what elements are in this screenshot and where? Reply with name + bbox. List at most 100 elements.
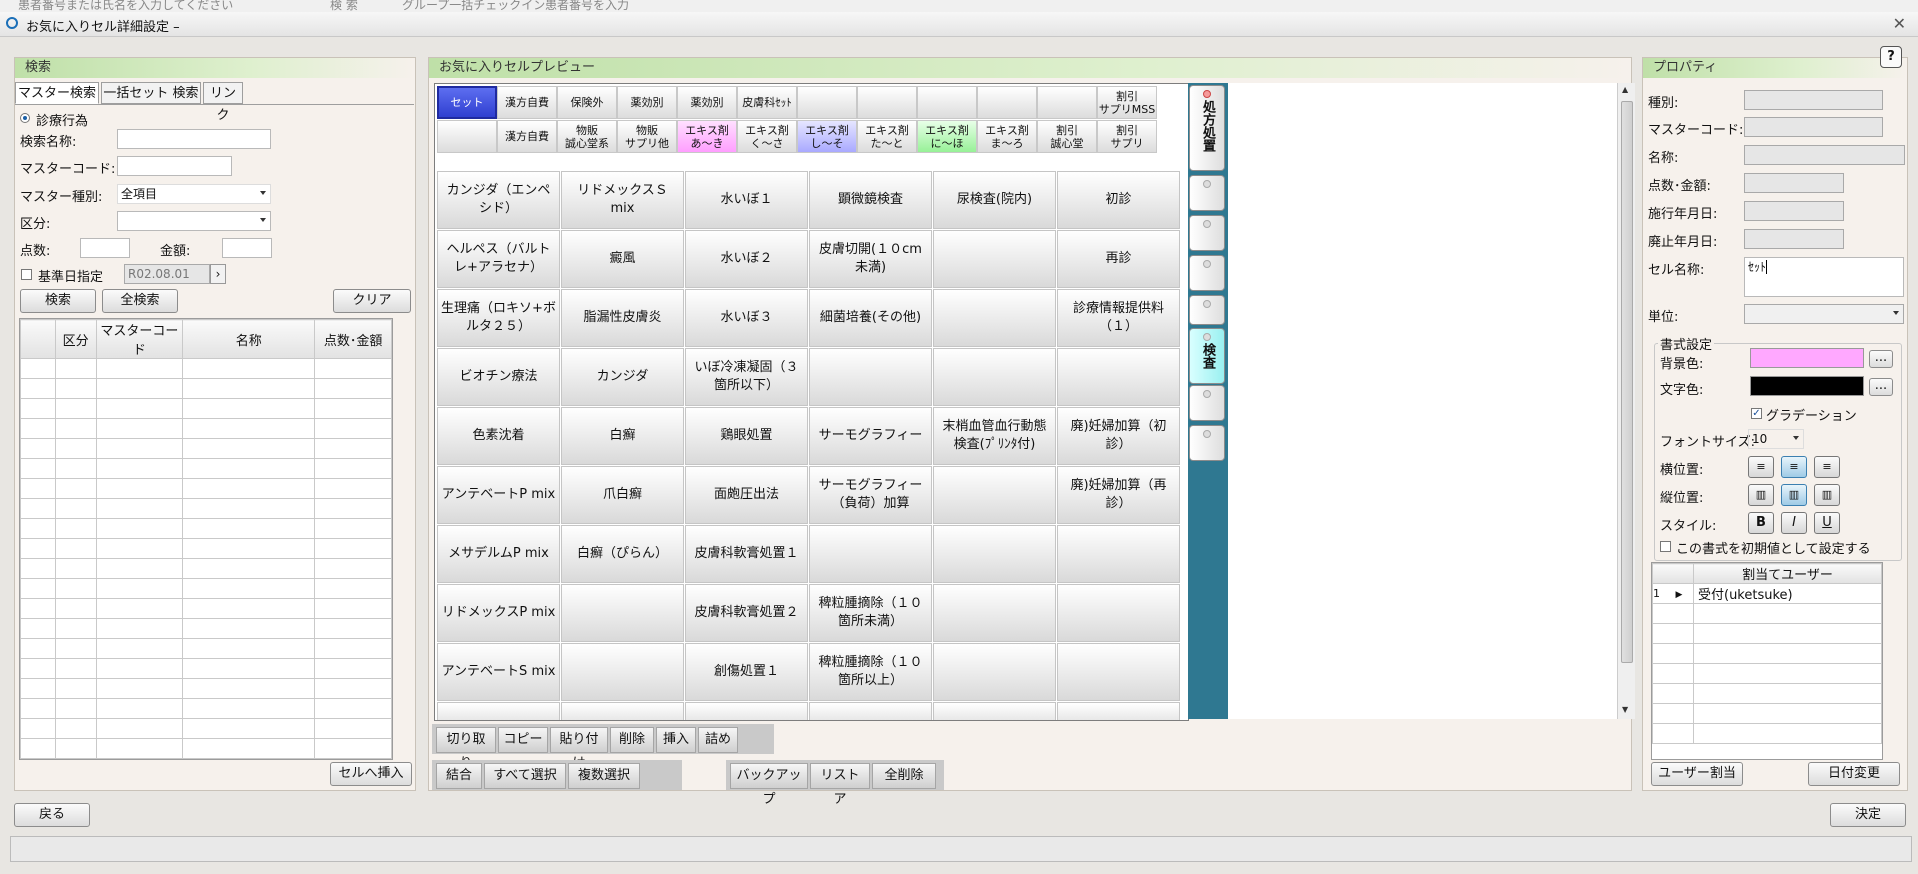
favorite-cell-r6-c4[interactable]: サーモグラフィー（負荷）加算 bbox=[809, 466, 932, 524]
toolbar3-button-3[interactable]: 全削除 bbox=[872, 763, 936, 789]
favorite-cell-r3-c2[interactable]: 脂漏性皮膚炎 bbox=[561, 289, 684, 347]
bold-button[interactable]: B bbox=[1748, 512, 1774, 534]
favorite-cell-r6-c2[interactable]: 爪白癬 bbox=[561, 466, 684, 524]
favorite-cell-r9-c5[interactable] bbox=[933, 643, 1056, 701]
row2-tab-6[interactable]: エキス剤 し～そ bbox=[797, 120, 857, 153]
search-name-input[interactable] bbox=[117, 129, 271, 149]
row1-tab-5[interactable]: 皮膚科ｾｯﾄ bbox=[737, 86, 797, 119]
cell-name-input[interactable]: ｾｯﾄ bbox=[1744, 257, 1904, 297]
toolbar1-button-5[interactable]: 挿入 bbox=[656, 727, 696, 753]
col-header-master-code[interactable]: マスターコード bbox=[95, 319, 184, 359]
scrollbar-thumb[interactable] bbox=[1621, 101, 1633, 663]
favorite-cell-r8-c5[interactable] bbox=[933, 584, 1056, 642]
favorite-cell-r4-c6[interactable] bbox=[1057, 348, 1180, 406]
side-tab-7[interactable] bbox=[1189, 385, 1225, 421]
fg-color-swatch[interactable] bbox=[1750, 376, 1864, 396]
favorite-cell-r7-c4[interactable] bbox=[809, 525, 932, 583]
tab-master-search[interactable]: マスター検索 bbox=[15, 82, 99, 104]
favorite-cell-r3-c4[interactable]: 細菌培養(その他) bbox=[809, 289, 932, 347]
radio-medical-act[interactable] bbox=[20, 113, 30, 123]
favorite-cell-r1-c4[interactable]: 顕微鏡検査 bbox=[809, 171, 932, 229]
row2-tab-8[interactable]: エキス剤 に～ほ bbox=[917, 120, 977, 153]
side-tab-6[interactable]: 検査 bbox=[1189, 328, 1225, 384]
row1-tab-1[interactable]: 漢方自費 bbox=[497, 86, 557, 119]
toolbar1-button-2[interactable]: コピー bbox=[498, 727, 548, 753]
category-select[interactable] bbox=[117, 211, 271, 231]
row1-tab-6[interactable] bbox=[797, 86, 857, 119]
favorite-cell-r10-c2[interactable] bbox=[561, 702, 684, 720]
underline-button[interactable]: U bbox=[1814, 512, 1840, 534]
side-tab-2[interactable] bbox=[1189, 175, 1225, 211]
row2-tab-11[interactable]: 割引 サプリ bbox=[1097, 120, 1157, 153]
favorite-cell-r8-c3[interactable]: 皮膚科軟膏処置２ bbox=[685, 584, 808, 642]
favorite-cell-r8-c1[interactable]: リドメックスP mix bbox=[437, 584, 560, 642]
col-header-name[interactable]: 名称 bbox=[182, 319, 316, 359]
favorite-cell-r4-c2[interactable]: カンジダ bbox=[561, 348, 684, 406]
row1-tab-4[interactable]: 薬効別 bbox=[677, 86, 737, 119]
favorite-cell-r3-c3[interactable]: 水いぼ３ bbox=[685, 289, 808, 347]
favorite-cell-r6-c6[interactable]: 廃)妊婦加算（再診） bbox=[1057, 466, 1180, 524]
favorite-cell-r8-c4[interactable]: 稗粒腫摘除（１０箇所未満） bbox=[809, 584, 932, 642]
tab-bulk-set-search[interactable]: 一括セット 検索 bbox=[101, 82, 201, 104]
favorite-cell-r10-c5[interactable] bbox=[933, 702, 1056, 720]
row2-tab-0[interactable] bbox=[437, 120, 497, 153]
row1-tab-8[interactable] bbox=[917, 86, 977, 119]
back-button[interactable]: 戻る bbox=[14, 803, 90, 827]
favorite-cell-r7-c1[interactable]: メサデルムP mix bbox=[437, 525, 560, 583]
ok-button[interactable]: 決定 bbox=[1830, 803, 1906, 827]
italic-button[interactable]: I bbox=[1781, 512, 1807, 534]
row2-tab-10[interactable]: 割引 誠心堂 bbox=[1037, 120, 1097, 153]
base-date-checkbox[interactable] bbox=[21, 269, 32, 280]
favorite-cell-r7-c3[interactable]: 皮膚科軟膏処置１ bbox=[685, 525, 808, 583]
favorite-cell-r4-c3[interactable]: いぼ冷凍凝固（３箇所以下） bbox=[685, 348, 808, 406]
favorite-cell-r1-c5[interactable]: 尿検査(院内) bbox=[933, 171, 1056, 229]
favorite-cell-r4-c5[interactable] bbox=[933, 348, 1056, 406]
chevron-right-icon[interactable]: › bbox=[210, 264, 226, 284]
base-date-input[interactable]: R02.08.01 bbox=[124, 264, 210, 284]
favorite-cell-r4-c1[interactable]: ビオチン療法 bbox=[437, 348, 560, 406]
default-format-checkbox[interactable] bbox=[1660, 541, 1671, 552]
favorite-cell-r9-c2[interactable] bbox=[561, 643, 684, 701]
valign-bottom-icon[interactable]: ▥ bbox=[1814, 484, 1840, 506]
row1-tab-11[interactable]: 割引 サプリMSS bbox=[1097, 86, 1157, 119]
toolbar1-button-4[interactable]: 削除 bbox=[610, 727, 654, 753]
favorite-cell-r6-c1[interactable]: アンテベートP mix bbox=[437, 466, 560, 524]
assign-user-button[interactable]: ユーザー割当 bbox=[1651, 762, 1743, 786]
favorite-cell-r1-c6[interactable]: 初診 bbox=[1057, 171, 1180, 229]
favorite-cell-r5-c5[interactable]: 末梢血管血行動態検査(ﾌﾟﾘﾝﾀ付) bbox=[933, 407, 1056, 465]
row1-tab-7[interactable] bbox=[857, 86, 917, 119]
favorite-cell-r10-c4[interactable] bbox=[809, 702, 932, 720]
favorite-cell-r7-c6[interactable] bbox=[1057, 525, 1180, 583]
favorite-cell-r4-c4[interactable] bbox=[809, 348, 932, 406]
favorite-cell-r8-c2[interactable] bbox=[561, 584, 684, 642]
row2-tab-9[interactable]: エキス剤 ま～ろ bbox=[977, 120, 1037, 153]
favorite-cell-r1-c3[interactable]: 水いぼ１ bbox=[685, 171, 808, 229]
insert-into-cell-button[interactable]: セルへ挿入 bbox=[330, 762, 412, 786]
row1-tab-0[interactable]: セット bbox=[437, 86, 497, 119]
row1-tab-9[interactable] bbox=[977, 86, 1037, 119]
favorite-cell-r9-c3[interactable]: 創傷処置１ bbox=[685, 643, 808, 701]
favorite-cell-r1-c1[interactable]: カンジダ（エンペシド） bbox=[437, 171, 560, 229]
favorite-cell-r10-c1[interactable] bbox=[437, 702, 560, 720]
search-results-table[interactable]: 区分 マスターコード 名称 点数･金額 bbox=[19, 318, 393, 760]
favorite-cell-r3-c6[interactable]: 診療情報提供料（１） bbox=[1057, 289, 1180, 347]
row1-tab-2[interactable]: 保険外 bbox=[557, 86, 617, 119]
favorite-cell-r5-c6[interactable]: 廃)妊婦加算（初診） bbox=[1057, 407, 1180, 465]
row2-tab-4[interactable]: エキス剤 あ～き bbox=[677, 120, 737, 153]
master-code-input[interactable] bbox=[117, 156, 232, 176]
favorite-cell-r5-c1[interactable]: 色素沈着 bbox=[437, 407, 560, 465]
row2-tab-2[interactable]: 物販 誠心堂系 bbox=[557, 120, 617, 153]
tab-link[interactable]: リンク bbox=[203, 82, 243, 123]
favorite-cell-r5-c2[interactable]: 白癬 bbox=[561, 407, 684, 465]
favorite-cell-r3-c1[interactable]: 生理痛（ロキソ+ボルタ２５） bbox=[437, 289, 560, 347]
master-type-select[interactable]: 全項目 bbox=[117, 184, 271, 204]
favorite-cell-r2-c1[interactable]: ヘルペス（バルトレ+アラセナ） bbox=[437, 230, 560, 288]
align-right-icon[interactable]: ≡ bbox=[1814, 456, 1840, 478]
toolbar1-button-6[interactable]: 詰め bbox=[698, 727, 738, 753]
unit-select[interactable] bbox=[1744, 304, 1904, 324]
favorite-cell-r9-c6[interactable] bbox=[1057, 643, 1180, 701]
favorite-cell-r2-c5[interactable] bbox=[933, 230, 1056, 288]
align-center-icon[interactable]: ≡ bbox=[1781, 456, 1807, 478]
date-change-button[interactable]: 日付変更 bbox=[1808, 762, 1900, 786]
row2-tab-5[interactable]: エキス剤 く～さ bbox=[737, 120, 797, 153]
